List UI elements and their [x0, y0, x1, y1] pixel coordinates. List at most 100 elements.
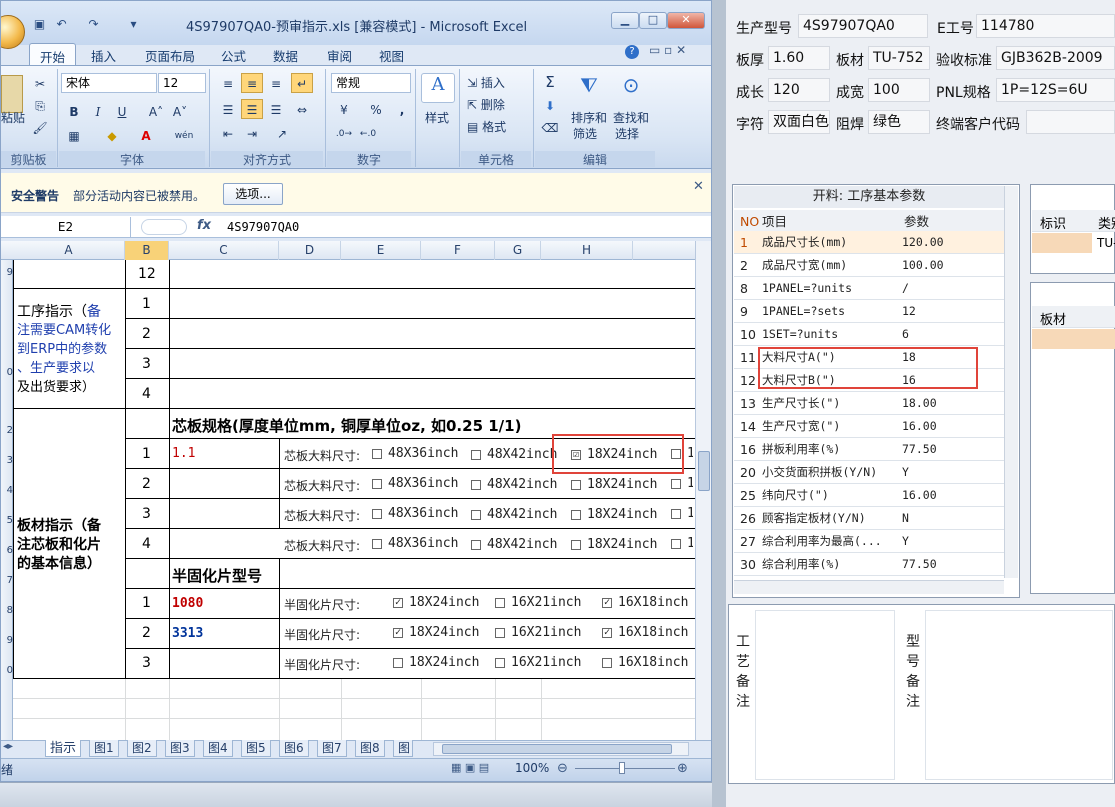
prepreg-option-16x21[interactable]: 16X21inch — [495, 595, 581, 610]
params-row[interactable]: 13 生产尺寸长(") 18.00 — [734, 392, 1004, 415]
sheet-tab[interactable]: 图8 — [355, 740, 385, 757]
prepreg-option-18x24[interactable]: ✓ 18X24inch — [393, 595, 479, 610]
checkbox[interactable]: ✓ — [602, 627, 612, 638]
column-header-c[interactable]: C — [169, 241, 279, 260]
params-row[interactable]: 16 拼板利用率(%) 77.50 — [734, 438, 1004, 461]
field-value-width[interactable]: 100 — [868, 78, 930, 102]
font-size-box[interactable]: 12 — [158, 73, 206, 93]
checkbox[interactable] — [372, 478, 382, 489]
sort-filter-icon[interactable]: ⧨ — [575, 73, 603, 101]
phonetic-icon[interactable]: wén — [173, 125, 195, 145]
prepreg-option-18x24[interactable]: 18X24inch — [393, 655, 479, 670]
zoom-in-icon[interactable]: ⊕ — [677, 761, 688, 776]
hscroll-thumb[interactable] — [442, 744, 672, 754]
checkbox[interactable] — [393, 657, 403, 668]
core-option-48x36[interactable]: 48X36inch — [372, 506, 458, 521]
formula-input[interactable]: 4S97907QA0 — [227, 220, 299, 234]
field-value-material[interactable]: TU-752 — [868, 46, 930, 70]
core-option-48x42[interactable]: 48X42inch — [471, 507, 557, 522]
column-header-h[interactable]: H — [541, 241, 633, 260]
checkbox[interactable]: ✓ — [602, 597, 612, 608]
close-button[interactable]: ✕ — [667, 12, 705, 29]
increase-indent-icon[interactable]: ⇥ — [241, 123, 263, 143]
sheet-tab[interactable]: 图6 — [279, 740, 309, 757]
checkbox[interactable] — [671, 538, 681, 549]
bold-button[interactable]: B — [63, 101, 85, 121]
checkbox[interactable] — [602, 657, 612, 668]
styles-label[interactable]: 样式 — [425, 109, 449, 126]
row-header[interactable]: 9 — [1, 635, 13, 646]
decrease-indent-icon[interactable]: ⇤ — [217, 123, 239, 143]
delete-cells-button[interactable]: ⇱ 删除 — [467, 96, 505, 113]
row-header[interactable]: 5 — [1, 515, 13, 526]
checkbox[interactable] — [495, 627, 505, 638]
core-option-48x36[interactable]: 48X36inch — [372, 536, 458, 551]
checkbox[interactable] — [372, 538, 382, 549]
side-cell-highlight[interactable] — [1032, 233, 1092, 253]
checkbox[interactable]: ✓ — [393, 597, 403, 608]
checkbox[interactable] — [471, 509, 481, 520]
row-header[interactable]: 6 — [1, 545, 13, 556]
row-header[interactable]: 0 — [1, 367, 13, 378]
close-icon[interactable]: ✕ — [693, 179, 704, 194]
row-header[interactable]: 2 — [1, 425, 13, 436]
core-thickness-cell[interactable]: 1.1 — [172, 446, 195, 461]
borders-icon[interactable]: ▦ — [63, 125, 85, 145]
column-header-d[interactable]: D — [279, 241, 341, 260]
format-painter-icon[interactable]: 🖌 — [29, 117, 51, 137]
field-value-pnl[interactable]: 1P=12S=6U — [996, 78, 1115, 102]
row-header[interactable]: 7 — [1, 575, 13, 586]
fx-icon[interactable]: fx — [197, 218, 211, 233]
sort-filter-label-2[interactable]: 筛选 — [573, 125, 597, 142]
core-option-18x24[interactable]: 18X24inch — [571, 537, 657, 552]
sheet-tab[interactable]: 图2 — [127, 740, 157, 757]
checkbox[interactable] — [671, 508, 681, 519]
underline-button[interactable]: U — [111, 101, 133, 121]
align-middle-icon[interactable]: ≡ — [241, 73, 263, 93]
process-note-field[interactable] — [755, 610, 895, 780]
params-hscrollbar[interactable] — [734, 580, 1004, 594]
prepreg-option-16x18[interactable]: 16X18inch — [602, 655, 688, 670]
cut-icon[interactable]: ✂ — [29, 73, 51, 93]
field-value-standard[interactable]: GJB362B-2009 — [996, 46, 1115, 70]
params-row[interactable]: 30 综合利用率(%) 77.50 — [734, 553, 1004, 576]
checkbox[interactable] — [671, 478, 681, 489]
core-option-18x24[interactable]: 18X24inch — [571, 477, 657, 492]
checkbox[interactable] — [471, 479, 481, 490]
find-select-label-2[interactable]: 选择 — [615, 125, 639, 142]
prepreg-option-16x21[interactable]: 16X21inch — [495, 625, 581, 640]
params-row[interactable]: 1 成品尺寸长(mm) 120.00 — [734, 231, 1004, 254]
zoom-slider[interactable] — [575, 768, 675, 769]
checkbox[interactable] — [372, 508, 382, 519]
sheet-tab-instruction[interactable]: 指示 — [45, 740, 82, 757]
params-row[interactable]: 26 顾客指定板材(Y/N) N — [734, 507, 1004, 530]
vertical-scrollbar[interactable] — [695, 241, 711, 740]
core-option-48x36[interactable]: 48X36inch — [372, 476, 458, 491]
tab-view[interactable]: 视图 — [369, 43, 414, 65]
prepreg-option-18x24[interactable]: ✓ 18X24inch — [393, 625, 479, 640]
zoom-level[interactable]: 100% — [515, 761, 549, 775]
core-option-48x42[interactable]: 48X42inch — [471, 477, 557, 492]
zoom-slider-thumb[interactable] — [619, 762, 625, 774]
column-header-a[interactable]: A — [13, 241, 125, 260]
side-cell[interactable]: TU- — [1097, 236, 1115, 250]
prepreg-option-16x18[interactable]: ✓ 16X18inch — [602, 625, 688, 640]
checkbox[interactable] — [471, 449, 481, 460]
checkbox[interactable] — [571, 539, 581, 550]
core-option-partial[interactable]: 1 — [671, 536, 693, 551]
align-top-icon[interactable]: ≡ — [217, 73, 239, 93]
side-cell-highlight[interactable] — [1032, 329, 1115, 349]
redo-icon[interactable]: ↷ — [85, 16, 102, 32]
horizontal-scrollbar[interactable] — [433, 742, 689, 756]
ribbon-minimize-icon[interactable]: ▭ ▫ ✕ — [649, 43, 686, 57]
font-color-icon[interactable]: A — [135, 125, 157, 145]
column-header-b[interactable]: B — [125, 241, 169, 260]
params-row[interactable]: 25 纬向尺寸(") 16.00 — [734, 484, 1004, 507]
sheet-tab[interactable]: 图7 — [317, 740, 347, 757]
core-option-18x24[interactable]: 18X24inch — [571, 507, 657, 522]
undo-icon[interactable]: ↶ — [53, 16, 70, 32]
checkbox[interactable] — [571, 479, 581, 490]
params-row[interactable]: 9 1PANEL=?sets 12 — [734, 300, 1004, 323]
column-header-g[interactable]: G — [495, 241, 541, 260]
tab-home[interactable]: 开始 — [29, 43, 77, 65]
